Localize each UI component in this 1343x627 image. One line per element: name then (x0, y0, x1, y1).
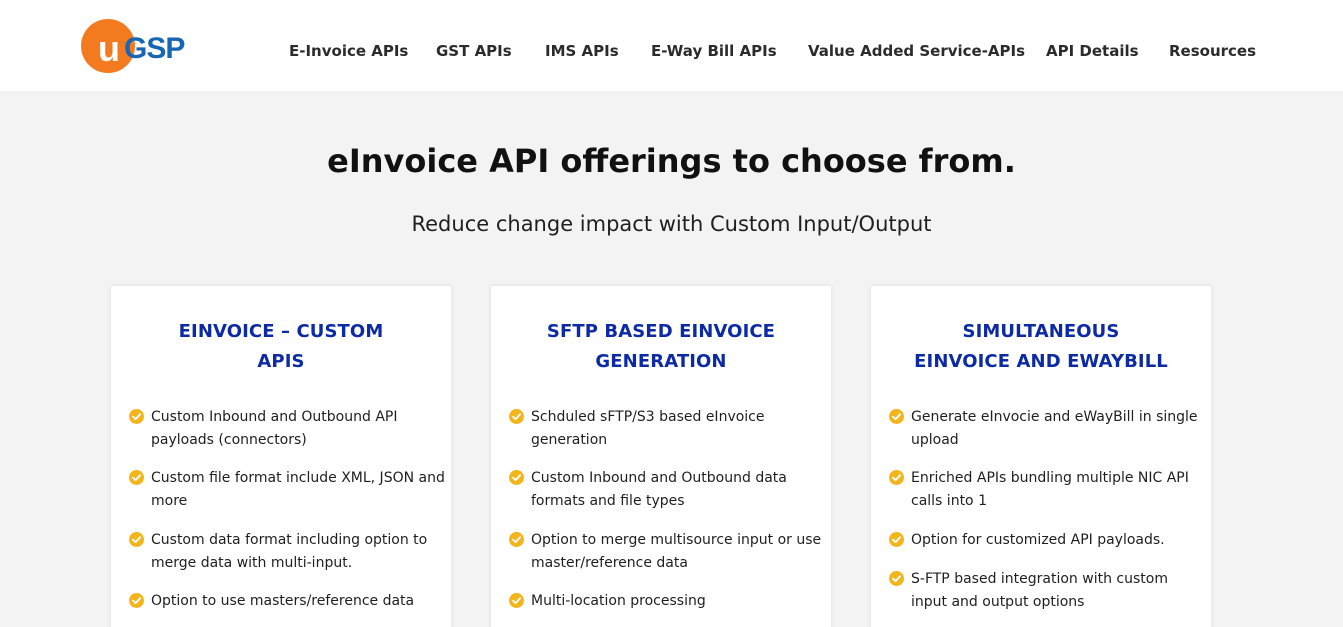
check-circle-icon (129, 409, 144, 424)
feature-text: Enriched APIs bundling multiple NIC API … (911, 467, 1201, 513)
feature-text: Generate eInvocie and eWayBill in single… (911, 406, 1201, 452)
feature-text: Schduled sFTP/S3 based eInvoice generati… (531, 406, 821, 452)
check-circle-icon (509, 409, 524, 424)
feature-line: formats and file types (531, 493, 685, 509)
check-circle-icon (129, 470, 144, 485)
check-circle-icon (129, 532, 144, 547)
nav-einvoice-apis[interactable]: E-Invoice APIs (289, 42, 408, 60)
nav-ims-apis[interactable]: IMS APIs (545, 42, 619, 60)
site-header: u GSP E-Invoice APIs GST APIs IMS APIs E… (0, 0, 1343, 91)
feature-text: S-FTP based integration with custom inpu… (911, 568, 1201, 614)
check-circle-icon (889, 409, 904, 424)
check-circle-icon (509, 532, 524, 547)
feature-text: Custom file format include XML, JSON and… (151, 467, 445, 513)
feature-line: Option to merge multisource input or use (531, 532, 822, 548)
feature-line: upload (911, 432, 959, 448)
feature-line: Generate eInvocie and eWayBill in single (911, 409, 1198, 425)
feature-line: payloads (connectors) (151, 432, 307, 448)
card-title-line: SFTP BASED EINVOICE (546, 321, 776, 342)
check-circle-icon (889, 470, 904, 485)
feature-line: Custom Inbound and Outbound API (151, 409, 398, 425)
feature-text: Option for customized API payloads. (911, 529, 1201, 552)
feature-line: Schduled sFTP/S3 based eInvoice (531, 409, 765, 425)
feature-line: Custom Inbound and Outbound data (531, 470, 787, 486)
nav-value-added-service-apis[interactable]: Value Added Service-APIs (808, 42, 1025, 60)
check-circle-icon (889, 532, 904, 547)
feature-line: Custom data format including option to (151, 532, 428, 548)
nav-resources[interactable]: Resources (1169, 42, 1256, 60)
card-title: EINVOICE – CUSTOM APIS (111, 317, 451, 377)
nav-eway-bill-apis[interactable]: E-Way Bill APIs (651, 42, 777, 60)
feature-text: Custom Inbound and Outbound API payloads… (151, 406, 441, 452)
feature-text: Option to merge multisource input or use… (531, 529, 821, 575)
nav-api-details[interactable]: API Details (1046, 42, 1139, 60)
check-circle-icon (509, 593, 524, 608)
feature-line: Option to use masters/reference data (151, 593, 415, 609)
feature-line: merge data with multi-input. (151, 555, 353, 571)
check-circle-icon (889, 571, 904, 586)
feature-text: Custom data format including option to m… (151, 529, 441, 575)
card-title: SFTP BASED EINVOICE GENERATION (491, 317, 831, 377)
card-title-line: EINVOICE – CUSTOM (178, 321, 384, 342)
check-circle-icon (129, 593, 144, 608)
feature-line: Option for customized API payloads. (911, 532, 1165, 548)
feature-line: calls into 1 (911, 493, 987, 509)
page-subtitle: Reduce change impact with Custom Input/O… (411, 212, 932, 236)
card-title: SIMULTANEOUS EINVOICE AND EWAYBILL (871, 317, 1211, 377)
offering-card-sftp-generation: SFTP BASED EINVOICE GENERATION Schduled … (491, 286, 831, 627)
card-title-line: GENERATION (595, 351, 727, 372)
main-nav: E-Invoice APIs GST APIs IMS APIs E-Way B… (0, 0, 1343, 91)
feature-line: Multi-location processing (531, 593, 706, 609)
feature-text: Multi-location processing (531, 590, 821, 613)
feature-line: S-FTP based integration with custom (911, 571, 1168, 587)
feature-line: generation (531, 432, 608, 448)
feature-line: master/reference data (531, 555, 688, 571)
feature-text: Custom Inbound and Outbound data formats… (531, 467, 821, 513)
check-circle-icon (509, 470, 524, 485)
offering-card-custom-apis: EINVOICE – CUSTOM APIS Custom Inbound an… (111, 286, 451, 627)
card-title-line: APIS (257, 351, 305, 372)
feature-line: more (151, 493, 188, 509)
feature-line: input and output options (911, 594, 1085, 610)
nav-gst-apis[interactable]: GST APIs (436, 42, 512, 60)
page-title: eInvoice API offerings to choose from. (327, 142, 1016, 180)
card-title-line: SIMULTANEOUS (962, 321, 1120, 342)
feature-text: Option to use masters/reference data (151, 590, 441, 613)
feature-line: Enriched APIs bundling multiple NIC API (911, 470, 1189, 486)
card-title-line: EINVOICE AND EWAYBILL (914, 351, 1168, 372)
offering-card-einvoice-ewaybill: SIMULTANEOUS EINVOICE AND EWAYBILL Gener… (871, 286, 1211, 627)
feature-line: Custom file format include XML, JSON and (151, 470, 445, 486)
